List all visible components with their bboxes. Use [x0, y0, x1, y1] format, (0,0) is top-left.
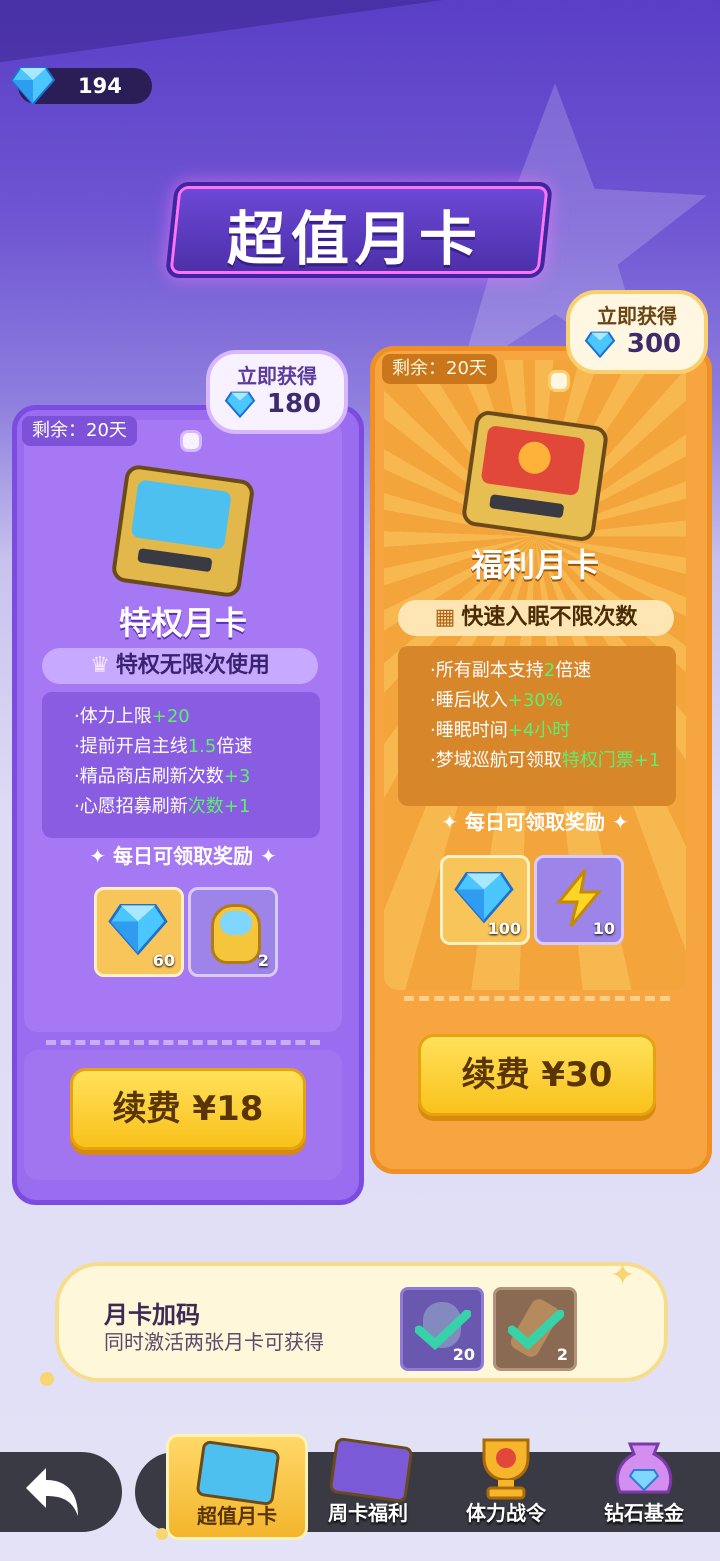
checkmark-icon	[415, 1310, 471, 1350]
welfare-feature-list: ·所有副本支持2倍速 ·睡后收入+30% ·睡眠时间+4小时 ·梦域巡航可领取特…	[398, 646, 676, 806]
bonus-subtitle: 同时激活两张月卡可获得	[104, 1330, 324, 1354]
pet-egg-icon	[211, 904, 261, 964]
list-item: ·梦域巡航可领取特权门票+1	[430, 750, 661, 771]
list-item: ·睡后收入+30%	[430, 690, 563, 711]
bonus-reward-pet-egg[interactable]: 20	[400, 1287, 484, 1371]
crown-icon: ♛	[90, 653, 110, 678]
privilege-card-name: 特权月卡	[118, 604, 247, 642]
weekly-card-icon	[328, 1436, 414, 1504]
tab-diamond-fund[interactable]: 钻石基金	[576, 1434, 712, 1534]
renew-welfare-button[interactable]: 续费 ¥30	[418, 1034, 656, 1116]
daily-reward-label: ✦ 每日可领取奖励 ✦	[89, 844, 277, 868]
list-item: ·提前开启主线1.5倍速	[74, 736, 253, 757]
reward-count: 20	[452, 1345, 475, 1364]
decor-dot	[156, 1528, 168, 1540]
sun-icon	[516, 439, 553, 476]
checkmark-icon	[508, 1310, 564, 1350]
welfare-card-image	[460, 409, 610, 543]
daily-reward-label: ✦ 每日可领取奖励 ✦	[441, 810, 629, 834]
list-item: ·所有副本支持2倍速	[430, 660, 592, 681]
diamond-icon	[454, 872, 514, 924]
tab-weekly-card[interactable]: 周卡福利	[300, 1434, 436, 1534]
bubble-dot	[180, 430, 202, 452]
list-item: ·睡眠时间+4小时	[430, 720, 571, 741]
list-item: ·心愿招募刷新次数+1	[74, 796, 251, 817]
reward-count: 100	[487, 919, 521, 938]
tab-label: 体力战令	[466, 1501, 546, 1525]
reward-count: 60	[152, 951, 175, 970]
tear-line	[46, 1040, 320, 1045]
welfare-card-name: 福利月卡	[470, 546, 599, 584]
reward-count: 2	[556, 1345, 568, 1364]
diamond-icon	[224, 391, 256, 418]
privilege-feature-title-text: 特权无限次使用	[115, 653, 270, 678]
list-item: ·精品商店刷新次数+3	[74, 766, 251, 787]
privilege-feature-list: ·体力上限+20 ·提前开启主线1.5倍速 ·精品商店刷新次数+3 ·心愿招募刷…	[42, 692, 320, 838]
currency-amount: 194	[78, 74, 122, 98]
diamond-icon	[108, 904, 168, 956]
instant-reward-label: 立即获得	[597, 304, 677, 328]
reward-count: 10	[592, 919, 615, 938]
bonus-reward-key[interactable]: 2	[493, 1287, 577, 1371]
diamond-icon	[10, 67, 56, 106]
bubble-dot	[548, 370, 570, 392]
reward-item-pet-egg[interactable]: 2	[188, 887, 278, 977]
decor-dot	[40, 1372, 54, 1386]
remaining-days: 剩余：20天	[382, 354, 497, 384]
tab-stamina-pass[interactable]: 体力战令	[438, 1434, 574, 1534]
monthly-card-icon	[195, 1439, 281, 1507]
renew-privilege-button[interactable]: 续费 ¥18	[70, 1068, 306, 1150]
back-arrow-icon	[26, 1468, 78, 1516]
welfare-feature-title: ▦ 快速入眠不限次数	[398, 600, 674, 636]
tab-label: 周卡福利	[328, 1501, 408, 1525]
tab-label: 钻石基金	[604, 1501, 684, 1525]
reward-count: 2	[257, 951, 269, 970]
reward-item-diamond[interactable]: 60	[94, 887, 184, 977]
bonus-title: 月卡加码	[104, 1301, 200, 1329]
reward-item-lightning[interactable]: 10	[534, 855, 624, 945]
privilege-feature-title: ♛ 特权无限次使用	[42, 648, 318, 684]
tear-line	[404, 996, 670, 1001]
clapperboard-icon: ▦	[434, 605, 456, 630]
background-stripe	[0, 0, 720, 70]
instant-reward-label: 立即获得	[237, 364, 317, 388]
treasure-bag-icon	[615, 1442, 673, 1494]
page-title: 超值月卡	[226, 205, 483, 273]
diamond-icon	[584, 331, 616, 358]
welfare-feature-title-text: 快速入眠不限次数	[461, 605, 638, 630]
sparkle-icon: ✦	[610, 1258, 636, 1293]
back-button[interactable]	[0, 1452, 122, 1532]
reward-item-diamond[interactable]: 100	[440, 855, 530, 945]
trophy-icon	[482, 1438, 530, 1500]
list-item: ·体力上限+20	[74, 706, 190, 727]
remaining-days: 剩余：20天	[22, 416, 137, 446]
tab-label: 超值月卡	[197, 1504, 277, 1528]
privilege-card-image	[110, 463, 256, 599]
tab-monthly-card[interactable]: 超值月卡	[166, 1434, 308, 1540]
